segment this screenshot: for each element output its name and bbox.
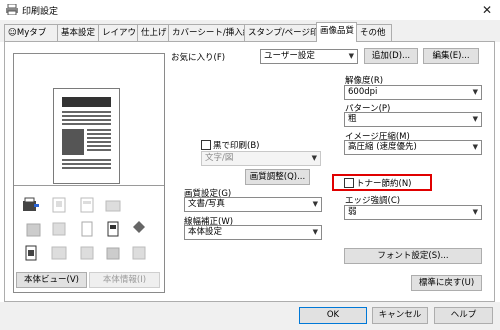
title-bar: 印刷設定 ✕ — [0, 0, 500, 20]
tab-other[interactable]: その他 — [356, 24, 392, 41]
help-button[interactable]: ヘルプ — [434, 307, 493, 324]
tab-layout[interactable]: レイアウト — [98, 24, 145, 41]
chevron-down-icon: ▼ — [348, 52, 354, 60]
favorites-label: お気に入り(F) — [171, 53, 226, 63]
quality-adjust-button[interactable]: 画質調整(Q)... — [245, 169, 310, 185]
chevron-down-icon: ▼ — [472, 208, 478, 216]
window-title: 印刷設定 — [22, 7, 59, 17]
chevron-down-icon: ▼ — [312, 228, 318, 236]
chevron-down-icon: ▼ — [312, 200, 318, 208]
ok-button[interactable]: OK — [299, 307, 367, 324]
machine-view-button[interactable]: 本体ビュー(V) — [16, 272, 87, 288]
chevron-down-icon: ▼ — [472, 143, 478, 151]
staple-icon — [52, 197, 66, 213]
folder-icon — [52, 222, 66, 236]
preview-divider — [14, 185, 164, 186]
tab-image-quality[interactable]: 画像品質 — [316, 22, 357, 42]
booklet-icon — [51, 246, 67, 260]
close-icon[interactable]: ✕ — [482, 3, 492, 17]
chevron-down-icon: ▼ — [311, 154, 317, 162]
output-tray-icon — [26, 223, 41, 237]
mono-print-checkbox[interactable] — [201, 140, 211, 150]
tab-basic[interactable]: 基本設定 — [57, 24, 99, 41]
mono-print-select[interactable]: 文字/図 ▼ — [201, 151, 321, 166]
image-compression-select[interactable]: 高圧縮 (速度優先) ▼ — [344, 140, 482, 155]
tab-finishing[interactable]: 仕上げ — [137, 24, 169, 41]
edit-favorite-button[interactable]: 編集(E)... — [423, 48, 479, 64]
toner-save-label: トナー節約(N) — [356, 179, 412, 189]
finisher-icon — [80, 246, 94, 260]
restore-defaults-button[interactable]: 標準に戻す(U) — [411, 275, 482, 291]
paper-stack-icon — [132, 246, 146, 260]
machine-info-button[interactable]: 本体情報(I) — [89, 272, 160, 288]
font-settings-button[interactable]: フォント設定(S)... — [344, 248, 482, 264]
document-icon — [25, 245, 37, 261]
resolution-select[interactable]: 600dpi ▼ — [344, 85, 482, 100]
toner-save-checkbox[interactable] — [344, 178, 354, 188]
tab-mytab[interactable]: ☺Myタブ — [4, 24, 58, 41]
page-preview — [53, 88, 120, 184]
mono-print-label: 黒で印刷(B) — [213, 141, 260, 151]
edge-enhance-select[interactable]: 弱 ▼ — [344, 205, 482, 220]
paper-icon — [107, 221, 119, 237]
person-icon: ☺ — [8, 28, 17, 38]
punch-icon — [80, 197, 94, 213]
printer-machine-icon — [23, 197, 39, 211]
add-favorite-button[interactable]: 追加(D)... — [364, 48, 418, 64]
line-width-select[interactable]: 本体設定 ▼ — [184, 225, 322, 240]
quality-setting-select[interactable]: 文書/写真 ▼ — [184, 197, 322, 212]
chevron-down-icon: ▼ — [472, 88, 478, 96]
fax-icon — [106, 247, 120, 260]
printer-icon — [6, 4, 18, 15]
tag-icon — [133, 221, 145, 233]
favorites-select[interactable]: ユーザー設定 ▼ — [260, 49, 358, 64]
tray-icon — [105, 200, 121, 212]
tab-stamp[interactable]: スタンプ/ページ印字 — [244, 24, 327, 41]
tab-cover-sheet[interactable]: カバーシート/挿入紙 — [168, 24, 251, 41]
document-copy-icon — [81, 221, 93, 237]
document-preview-image — [62, 97, 111, 169]
cancel-button[interactable]: キャンセル — [372, 307, 428, 324]
pattern-select[interactable]: 粗 ▼ — [344, 112, 482, 127]
chevron-down-icon: ▼ — [472, 115, 478, 123]
